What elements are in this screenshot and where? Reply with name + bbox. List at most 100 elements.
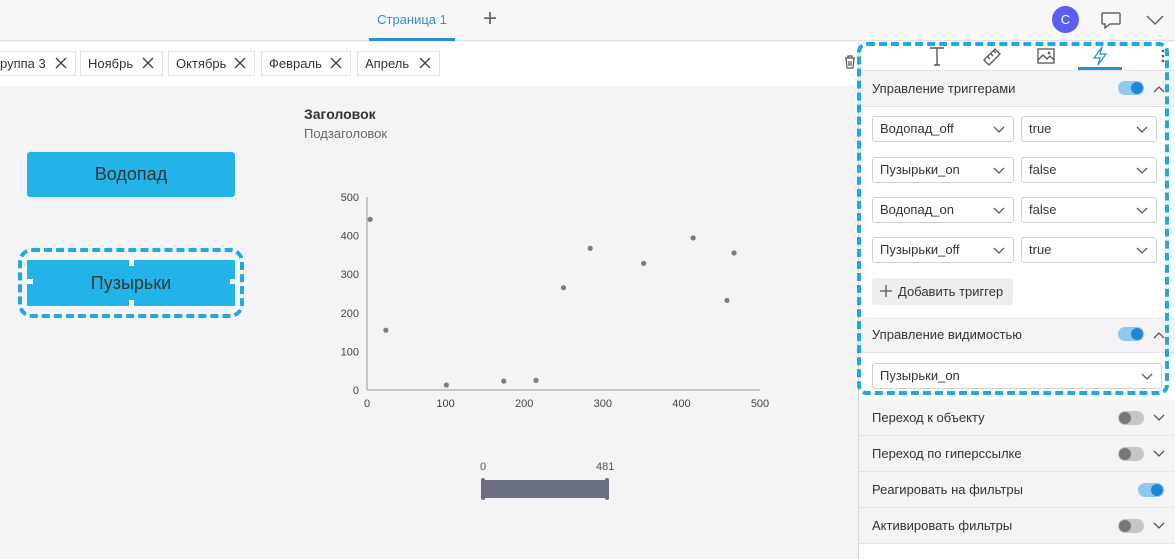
x-tick-label: 0: [364, 398, 370, 410]
chevron-down-icon: [1141, 373, 1153, 380]
section-goto-object[interactable]: Переход к объекту: [859, 400, 1175, 436]
goto-object-toggle[interactable]: [1118, 411, 1144, 425]
avatar[interactable]: С: [1052, 6, 1079, 33]
tab-page-1[interactable]: Страница 1: [369, 0, 455, 41]
image-icon[interactable]: [1034, 45, 1058, 67]
waterfall-button[interactable]: Водопад: [27, 152, 235, 197]
add-trigger-button[interactable]: Добавить триггер: [872, 278, 1013, 305]
section-triggers-title: Управление триггерами: [872, 81, 1016, 96]
chevron-down-icon: [1136, 207, 1148, 214]
triggers-toggle[interactable]: [1118, 81, 1144, 95]
chevron-down-icon: [993, 247, 1005, 254]
resize-handle[interactable]: [129, 257, 134, 266]
trigger-name-value: Пузырьки_off: [880, 242, 960, 257]
data-point: [641, 260, 647, 266]
hyperlink-toggle[interactable]: [1118, 447, 1144, 461]
trigger-name-select[interactable]: Водопад_off: [872, 116, 1014, 142]
trigger-value-select[interactable]: true: [1021, 116, 1157, 142]
section-triggers-header[interactable]: Управление триггерами: [859, 71, 1175, 107]
chevron-up-icon[interactable]: [1153, 331, 1165, 339]
ruler-icon[interactable]: [980, 45, 1004, 67]
chart-subtitle: Подзаголовок: [304, 126, 388, 141]
x-tick-label: 100: [436, 398, 454, 410]
chevron-down-icon: [1136, 167, 1148, 174]
chevron-down-icon[interactable]: [1153, 522, 1165, 530]
y-tick-label: 500: [341, 192, 359, 204]
chevron-up-icon[interactable]: [1153, 85, 1165, 93]
properties-panel: Управление триггерами Водопад_off true П…: [858, 42, 1175, 559]
activate-filters-toggle[interactable]: [1118, 519, 1144, 533]
chevron-down-icon[interactable]: [1144, 10, 1166, 30]
section-activate-filters[interactable]: Активировать фильтры: [859, 508, 1175, 544]
resize-handle[interactable]: [129, 300, 134, 309]
trigger-name-value: Пузырьки_on: [880, 162, 960, 177]
text-icon[interactable]: [925, 45, 949, 67]
trigger-name-select[interactable]: Водопад_on: [872, 197, 1014, 223]
filter-chip[interactable]: руппа 3: [0, 51, 76, 76]
chevron-down-icon: [993, 126, 1005, 133]
resize-handle[interactable]: [24, 279, 33, 284]
y-tick-label: 100: [341, 346, 359, 358]
trash-icon[interactable]: [842, 54, 858, 70]
range-slider-min-handle[interactable]: [481, 478, 485, 500]
filter-chip[interactable]: Ноябрь: [80, 51, 163, 76]
active-tab-indicator: [1078, 67, 1122, 70]
visibility-toggle[interactable]: [1118, 327, 1144, 341]
section-react-filters[interactable]: Реагировать на фильтры: [859, 472, 1175, 508]
data-point: [560, 285, 567, 291]
add-page-button[interactable]: +: [479, 7, 501, 31]
data-point: [367, 216, 373, 222]
more-icon[interactable]: [1161, 49, 1165, 63]
range-slider-max-handle[interactable]: [605, 478, 609, 500]
trigger-value: false: [1029, 162, 1057, 177]
filter-chip[interactable]: Февраль: [261, 51, 351, 76]
trigger-value: true: [1029, 242, 1052, 257]
y-tick-label: 200: [341, 308, 359, 320]
data-point: [731, 250, 737, 256]
filter-chip-label: руппа 3: [0, 56, 46, 71]
data-point: [383, 327, 389, 333]
data-point: [690, 235, 696, 241]
close-icon[interactable]: [142, 57, 154, 69]
trigger-name-value: Водопад_on: [880, 202, 954, 217]
lightning-icon[interactable]: [1088, 45, 1112, 67]
section-label: Активировать фильтры: [872, 518, 1013, 533]
react-filters-toggle[interactable]: [1138, 483, 1164, 497]
add-trigger-label: Добавить триггер: [898, 284, 1004, 299]
close-icon[interactable]: [55, 57, 67, 69]
close-icon[interactable]: [234, 57, 246, 69]
data-point: [533, 377, 539, 383]
slider-max-label: 481: [596, 461, 615, 473]
filter-chip[interactable]: Октябрь: [168, 51, 255, 76]
trigger-name-select[interactable]: Пузырьки_off: [872, 237, 1014, 263]
x-tick-label: 400: [672, 398, 690, 410]
slider-min-label: 0: [480, 461, 487, 473]
y-tick-label: 400: [341, 231, 359, 243]
close-icon[interactable]: [419, 57, 431, 69]
comment-icon[interactable]: [1099, 8, 1123, 32]
scatter-chart[interactable]: 0 100 200 300 400 500 0 100 200 300 400 500: [330, 185, 780, 415]
range-slider-track[interactable]: [483, 480, 608, 498]
section-hyperlink[interactable]: Переход по гиперссылке: [859, 436, 1175, 472]
plus-icon: [880, 285, 892, 297]
trigger-value-select[interactable]: false: [1021, 157, 1157, 183]
visibility-select[interactable]: Пузырьки_on: [872, 363, 1162, 389]
filter-chip[interactable]: Апрель: [357, 51, 440, 76]
section-visibility-header[interactable]: Управление видимостью: [859, 317, 1175, 353]
resize-handle[interactable]: [230, 279, 239, 284]
y-tick-label: 0: [353, 385, 359, 397]
chevron-down-icon: [1136, 126, 1148, 133]
trigger-value-select[interactable]: false: [1021, 197, 1157, 223]
trigger-name-select[interactable]: Пузырьки_on: [872, 157, 1014, 183]
chevron-down-icon: [1136, 247, 1148, 254]
chevron-down-icon[interactable]: [1153, 414, 1165, 422]
section-label: Реагировать на фильтры: [872, 482, 1023, 497]
trigger-value-select[interactable]: true: [1021, 237, 1157, 263]
chevron-down-icon[interactable]: [1153, 450, 1165, 458]
trigger-value: false: [1029, 202, 1057, 217]
data-point: [724, 297, 730, 304]
filter-chip-label: Апрель: [365, 56, 410, 71]
chevron-down-icon: [993, 207, 1005, 214]
close-icon[interactable]: [330, 57, 342, 69]
data-point: [501, 378, 507, 384]
